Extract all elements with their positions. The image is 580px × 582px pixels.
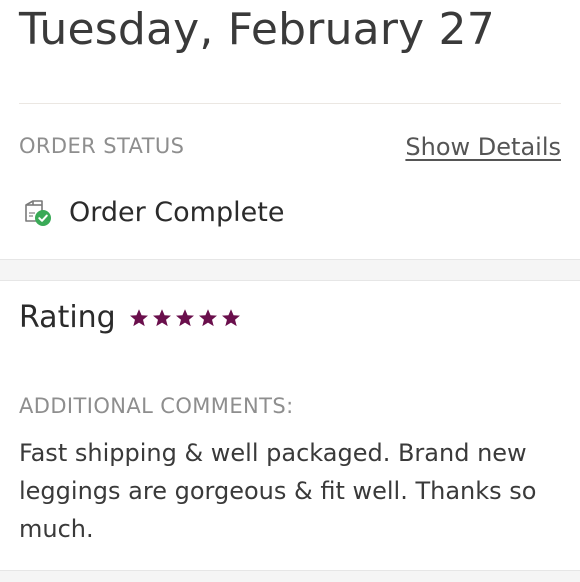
order-status-text: Order Complete xyxy=(69,196,285,228)
additional-comments-label: ADDITIONAL COMMENTS: xyxy=(19,394,294,418)
rating-label: Rating xyxy=(19,300,116,335)
star-icon xyxy=(221,308,240,326)
show-details-link[interactable]: Show Details xyxy=(405,133,561,161)
order-status-row: Order Complete xyxy=(21,196,284,228)
section-separator xyxy=(0,259,580,281)
star-icon xyxy=(198,308,217,326)
star-icon xyxy=(152,308,171,326)
package-check-icon xyxy=(25,200,51,226)
rating-stars xyxy=(128,307,243,329)
comment-text: Fast shipping & well packaged. Brand new… xyxy=(19,439,537,543)
order-date: Tuesday, February 27 xyxy=(19,4,495,55)
divider xyxy=(19,103,561,104)
star-icon xyxy=(129,308,148,326)
bottom-separator xyxy=(0,570,580,582)
star-icon xyxy=(175,308,194,326)
rating-row: Rating xyxy=(19,300,243,335)
order-status-label: ORDER STATUS xyxy=(19,134,185,158)
